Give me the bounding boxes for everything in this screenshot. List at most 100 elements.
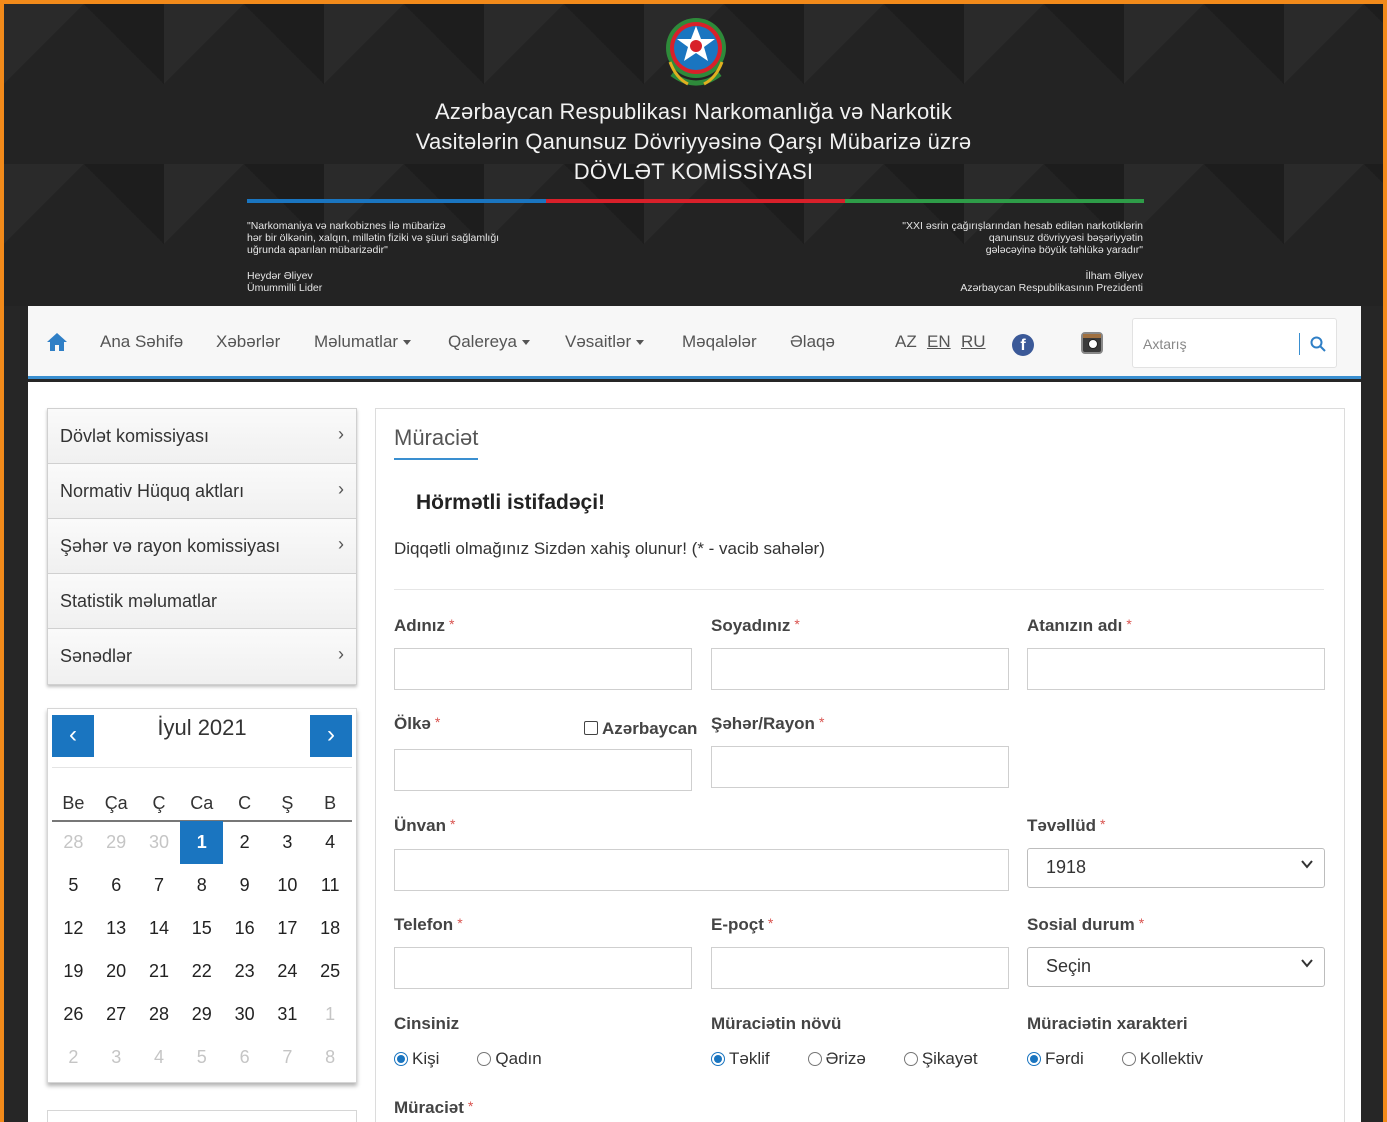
instagram-icon[interactable] (1081, 332, 1103, 354)
country-input[interactable] (394, 749, 692, 791)
calendar-day[interactable]: 9 (223, 864, 266, 907)
calendar-day[interactable]: 27 (95, 993, 138, 1036)
calendar-day[interactable]: 30 (138, 821, 181, 864)
calendar-day[interactable]: 29 (95, 821, 138, 864)
birth-year-select[interactable]: 1918 (1027, 848, 1325, 888)
calendar-day[interactable]: 14 (138, 907, 181, 950)
nav-item-materials[interactable]: Vəsaitlər (565, 332, 645, 352)
calendar-day[interactable]: 18 (309, 907, 352, 950)
calendar-day[interactable]: 15 (180, 907, 223, 950)
radio-unselected[interactable] (477, 1052, 492, 1066)
lang-ru[interactable]: RU (961, 332, 986, 352)
calendar-day[interactable]: 28 (52, 821, 95, 864)
calendar-day[interactable]: 4 (309, 821, 352, 864)
first-name-input[interactable] (394, 648, 692, 690)
radio-unselected[interactable] (903, 1052, 918, 1066)
nav-item-articles[interactable]: Məqalələr (682, 332, 757, 352)
checkbox-box[interactable] (584, 721, 598, 735)
calendar-day[interactable]: 3 (95, 1036, 138, 1079)
calendar-day[interactable]: 17 (266, 907, 309, 950)
calendar-day-today[interactable]: 1 (180, 821, 224, 864)
calendar-day[interactable]: 31 (266, 993, 309, 1036)
sidebar-item-state-commission[interactable]: Dövlət komissiyası › (48, 409, 356, 464)
calendar-day[interactable]: 8 (180, 864, 223, 907)
appeal-character-option-collective[interactable]: Kollektiv (1121, 1049, 1203, 1069)
sidebar-item-label: Statistik məlumatlar (60, 591, 218, 611)
label-text: Ölkə (394, 714, 431, 733)
calendar-day[interactable]: 10 (266, 864, 309, 907)
appeal-type-option-complaint[interactable]: Şikayət (903, 1049, 978, 1069)
radio-selected[interactable] (1027, 1052, 1041, 1066)
last-name-input[interactable] (711, 648, 1009, 690)
calendar-day[interactable]: 1 (309, 993, 352, 1036)
calendar-day[interactable]: 24 (266, 950, 309, 993)
city-input[interactable] (711, 746, 1009, 788)
calendar-day[interactable]: 19 (52, 950, 95, 993)
quote-left: "Narkomaniya və narkobiznes ilə mübarizə… (247, 220, 567, 294)
calendar-day[interactable]: 6 (223, 1036, 266, 1079)
nav-item-gallery[interactable]: Qalereya (448, 332, 530, 352)
address-input[interactable] (394, 849, 1009, 891)
email-input[interactable] (711, 947, 1009, 989)
calendar-day[interactable]: 7 (266, 1036, 309, 1079)
label-text: Müraciət (394, 1098, 464, 1117)
calendar-day[interactable]: 12 (52, 907, 95, 950)
phone-input[interactable] (394, 947, 692, 989)
chevron-right-icon: › (327, 721, 335, 748)
nav-item-news[interactable]: Xəbərlər (216, 332, 280, 352)
home-icon[interactable] (46, 332, 68, 352)
sidebar-item-legal-acts[interactable]: Normativ Hüquq aktları › (48, 464, 356, 519)
calendar-day[interactable]: 11 (309, 864, 352, 907)
search-divider (1299, 333, 1300, 355)
calendar-day[interactable]: 3 (266, 821, 309, 864)
radio-selected[interactable] (711, 1052, 725, 1066)
nav-item-contact[interactable]: Əlaqə (790, 332, 835, 352)
lang-en[interactable]: EN (927, 332, 951, 352)
calendar-day[interactable]: 8 (309, 1036, 352, 1079)
facebook-icon[interactable]: f (1012, 334, 1034, 356)
social-status-select[interactable]: Seçin (1027, 947, 1325, 987)
calendar-day[interactable]: 21 (138, 950, 181, 993)
calendar-day[interactable]: 22 (180, 950, 223, 993)
required-mark: * (449, 616, 455, 632)
sidebar-item-statistics[interactable]: Statistik məlumatlar (48, 574, 356, 629)
appeal-character-option-individual[interactable]: Fərdi (1027, 1049, 1084, 1069)
nav-item-info[interactable]: Məlumatlar (314, 332, 412, 352)
calendar-day[interactable]: 23 (223, 950, 266, 993)
calendar-day[interactable]: 2 (52, 1036, 95, 1079)
label-text: Şəhər/Rayon (711, 714, 815, 733)
calendar-day[interactable]: 29 (180, 993, 223, 1036)
calendar-day[interactable]: 16 (223, 907, 266, 950)
appeal-type-option-application[interactable]: Ərizə (807, 1049, 866, 1069)
calendar-day[interactable]: 25 (309, 950, 352, 993)
search-icon[interactable] (1309, 335, 1327, 353)
radio-selected[interactable] (394, 1052, 408, 1066)
appeal-type-option-proposal[interactable]: Təklif (711, 1049, 770, 1069)
calendar-day[interactable]: 5 (52, 864, 95, 907)
lang-az[interactable]: AZ (895, 332, 917, 352)
calendar-day[interactable]: 4 (138, 1036, 181, 1079)
header-title-line-2: Vasitələrin Qanunsuz Dövriyyəsinə Qarşı … (415, 129, 972, 154)
calendar-day[interactable]: 28 (138, 993, 181, 1036)
calendar-day[interactable]: 2 (223, 821, 266, 864)
chevron-down-icon (1301, 959, 1313, 968)
gender-option-male[interactable]: Kişi (394, 1049, 439, 1069)
calendar-next-button[interactable]: › (310, 715, 352, 757)
nav-item-home[interactable]: Ana Səhifə (100, 332, 183, 352)
sidebar-item-documents[interactable]: Sənədlər › (48, 629, 356, 684)
calendar-day[interactable]: 5 (180, 1036, 223, 1079)
gender-option-female[interactable]: Qadın (477, 1049, 542, 1069)
calendar-day[interactable]: 20 (95, 950, 138, 993)
calendar-day[interactable]: 6 (95, 864, 138, 907)
calendar-day[interactable]: 30 (223, 993, 266, 1036)
radio-unselected[interactable] (807, 1052, 822, 1066)
sidebar-item-city-commissions[interactable]: Şəhər və rayon komissiyası › (48, 519, 356, 574)
radio-unselected[interactable] (1121, 1052, 1136, 1066)
nav-item-info-label: Məlumatlar (314, 332, 399, 351)
calendar-day[interactable]: 7 (138, 864, 181, 907)
azerbaijan-checkbox[interactable]: Azərbaycan (584, 719, 697, 739)
calendar-day[interactable]: 13 (95, 907, 138, 950)
calendar-day[interactable]: 26 (52, 993, 95, 1036)
search-input[interactable] (1143, 331, 1293, 357)
father-name-input[interactable] (1027, 648, 1325, 690)
